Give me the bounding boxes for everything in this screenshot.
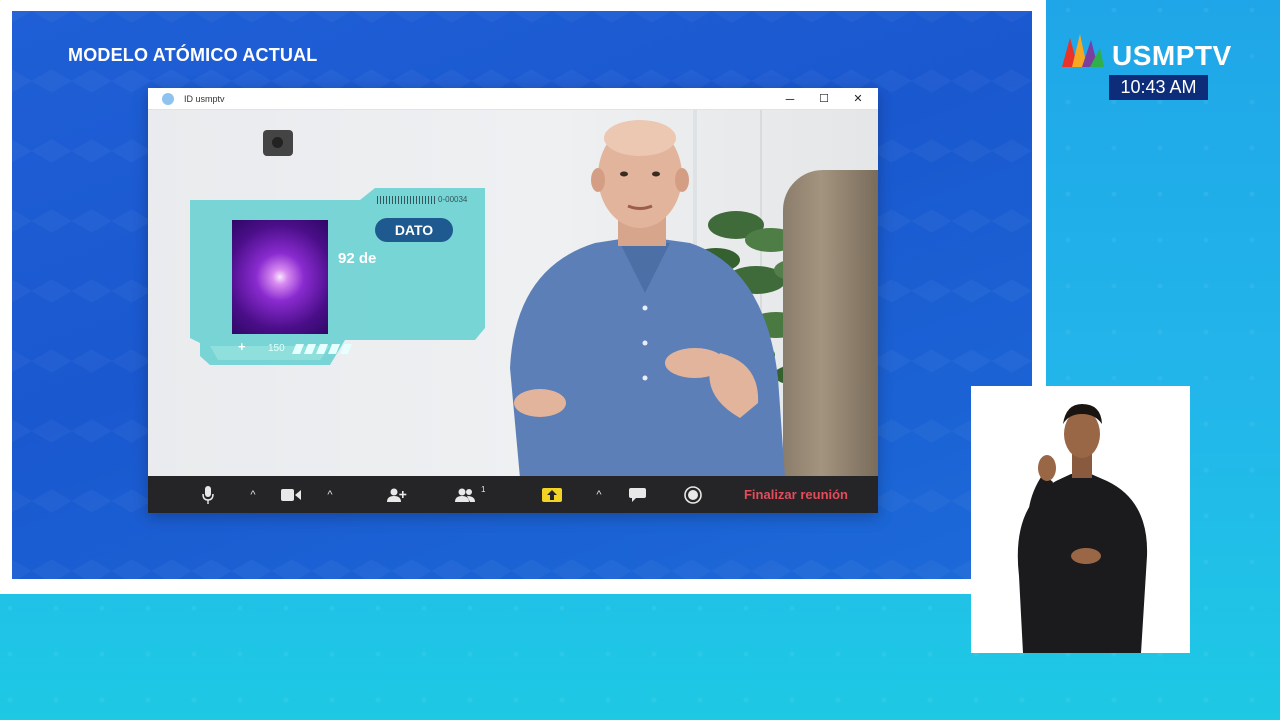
barcode — [377, 196, 435, 204]
clock-time: 10:43 AM — [1109, 75, 1208, 100]
chat-button[interactable] — [627, 476, 647, 513]
presenter — [510, 120, 785, 476]
share-screen-button[interactable] — [541, 476, 563, 513]
dato-code: 0-00034 — [438, 195, 468, 204]
window-titlebar[interactable]: ID usmptv ─ ☐ ✕ — [148, 88, 878, 110]
record-button[interactable] — [682, 476, 704, 513]
chat-icon — [628, 487, 646, 502]
app-icon — [162, 92, 174, 105]
video-camera-icon — [281, 488, 301, 501]
security-camera — [263, 130, 293, 156]
plus-icon: + — [238, 339, 246, 354]
video-button[interactable] — [280, 476, 302, 513]
channel-branding: USMPTV 10:43 AM — [1060, 34, 1260, 104]
participants-icon — [455, 488, 475, 502]
usmptv-logo-icon — [1062, 34, 1104, 67]
interpreter-figure — [1017, 404, 1148, 653]
window-title: ID usmptv — [184, 93, 225, 104]
dato-text: 92 de — [338, 250, 377, 267]
video-options-caret[interactable]: ^ — [322, 476, 338, 513]
minimize-button[interactable]: ─ — [784, 88, 796, 110]
audio-options-caret[interactable]: ^ — [245, 476, 261, 513]
video-call-window: ID usmptv ─ ☐ ✕ 0-00034 DATO 92 de + 150… — [148, 88, 878, 513]
window-controls: ─ ☐ ✕ — [784, 88, 864, 110]
channel-name: USMPTV — [1112, 40, 1232, 71]
participants-button[interactable] — [453, 476, 477, 513]
invite-button[interactable] — [386, 476, 408, 513]
tree-trunk — [783, 170, 878, 476]
video-feed: 0-00034 DATO 92 de + 150 — [148, 110, 878, 476]
share-options-caret[interactable]: ^ — [591, 476, 607, 513]
participants-count: 1 — [481, 485, 486, 494]
dato-card: 0-00034 DATO 92 de + 150 — [180, 188, 490, 370]
microphone-button[interactable] — [198, 476, 218, 513]
dato-badge: DATO — [375, 218, 453, 242]
maximize-button[interactable]: ☐ — [818, 88, 830, 110]
progress-segments — [292, 344, 352, 354]
sign-language-interpreter — [971, 386, 1190, 653]
end-meeting-button[interactable]: Finalizar reunión — [734, 476, 858, 513]
microphone-icon — [202, 485, 214, 504]
dato-card-shape — [190, 188, 485, 365]
close-button[interactable]: ✕ — [852, 88, 864, 110]
share-screen-icon — [542, 487, 562, 502]
add-user-icon — [387, 488, 407, 502]
atom-image — [232, 220, 328, 334]
segment-title: MODELO ATÓMICO ACTUAL — [68, 45, 318, 65]
meeting-toolbar: ^ ^ 1 ^ Finalizar reunión — [148, 476, 878, 513]
dato-count: 150 — [268, 343, 285, 354]
record-icon — [684, 485, 702, 504]
